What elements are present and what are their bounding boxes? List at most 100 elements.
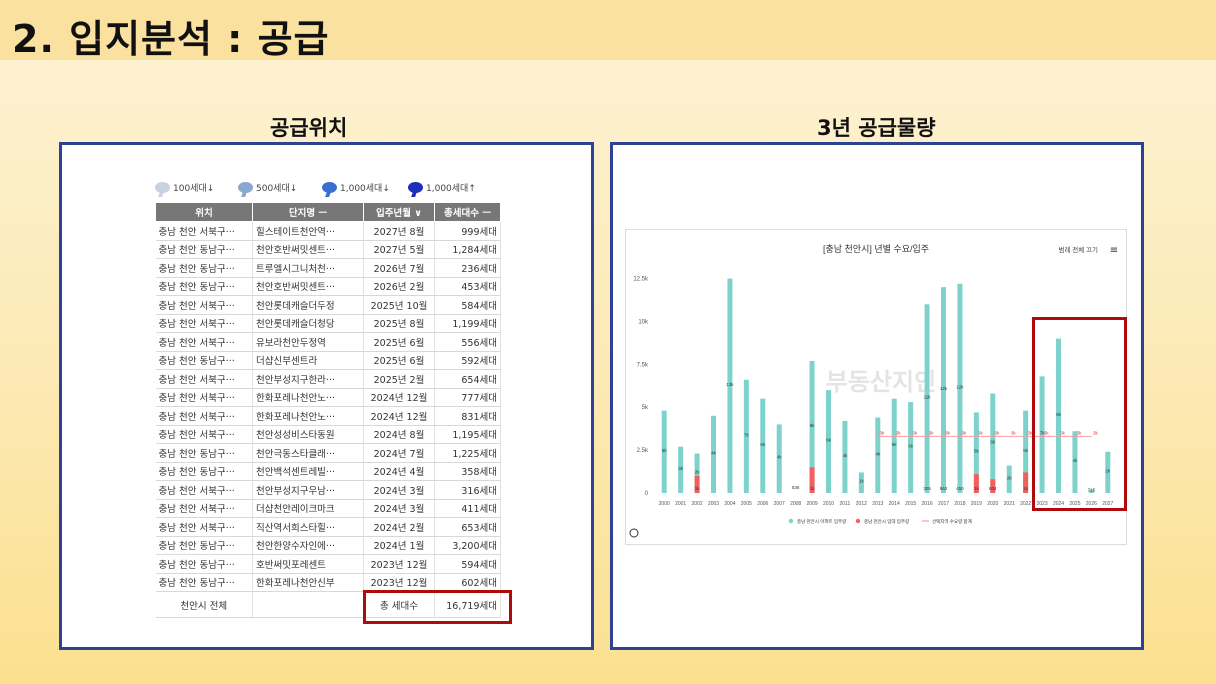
table-row[interactable]: 충남 천안 동남구··· 천안호반써밋센트··· 2026년 2월 453세대: [155, 277, 501, 296]
table-row[interactable]: 충남 천안 서북구··· 천안성성비스타동원 2024년 8월 1,195세대: [155, 425, 501, 444]
table-row[interactable]: 충남 천안 동남구··· 천안극동스타클래··· 2024년 7월 1,225세대: [155, 443, 501, 463]
menu-icon: ≡: [1110, 245, 1118, 256]
table-row[interactable]: 충남 천안 동남구··· 더샵신부센트라 2025년 6월 592세대: [155, 351, 501, 370]
logo-icon: [629, 528, 639, 538]
x-tick-label: 2013: [872, 501, 883, 507]
cell-location: 충남 천안 동남구···: [155, 573, 253, 592]
cell-complex: 천안부성지구우남···: [252, 480, 364, 500]
y-tick-label: 10k: [638, 319, 649, 325]
cell-move-in: 2025년 2월: [363, 369, 435, 389]
table-row[interactable]: 충남 천안 동남구··· 천안호반써밋센트··· 2027년 5월 1,284세대: [155, 240, 501, 259]
x-tick-label: 2001: [675, 501, 686, 507]
data-label: 5k: [908, 444, 914, 449]
data-label-rental: 1k: [695, 486, 701, 491]
col-header-units[interactable]: 총세대수 ㅡ: [434, 202, 501, 222]
table-row[interactable]: 충남 천안 서북구··· 유보라천안두정역 2025년 6월 556세대: [155, 332, 501, 352]
x-tick-label: 2009: [807, 501, 818, 507]
cell-move-in: 2025년 6월: [363, 351, 435, 370]
x-tick-label: 2016: [922, 501, 933, 507]
cell-location: 충남 천안 동남구···: [155, 351, 253, 370]
table-row[interactable]: 충남 천안 동남구··· 한화포레나천안신부 2023년 12월 602세대: [155, 573, 501, 592]
cell-location: 충남 천안 동남구···: [155, 536, 253, 555]
watermark: 부동산지인: [826, 368, 936, 396]
cell-complex: 천안성성비스타동원: [252, 425, 364, 444]
total-highlight-box: [363, 590, 512, 624]
cell-units: 592세대: [434, 351, 501, 370]
table-row[interactable]: 충남 천안 서북구··· 천안롯데캐슬더청당 2025년 8월 1,199세대: [155, 314, 501, 333]
cell-move-in: 2025년 10월: [363, 295, 435, 315]
table-row[interactable]: 충남 천안 서북구··· 한화포레나천안노··· 2024년 12월 777세대: [155, 388, 501, 407]
col-header-complex[interactable]: 단지명 ㅡ: [252, 202, 364, 222]
data-label: 8k: [810, 423, 816, 428]
table-row[interactable]: 충남 천안 서북구··· 더샵천안레이크마크 2024년 3월 411세대: [155, 499, 501, 518]
table-row[interactable]: 충남 천안 동남구··· 천안한양수자인에··· 2024년 1월 3,200세대: [155, 536, 501, 555]
cell-units: 999세대: [434, 221, 501, 241]
demand-label: 3k: [929, 430, 935, 435]
table-row[interactable]: 충남 천안 서북구··· 한화포레나천안노··· 2024년 12월 831세대: [155, 406, 501, 426]
col-header-move-in[interactable]: 입주년월 ∨: [363, 202, 435, 222]
table-row[interactable]: 충남 천안 서북구··· 직산역서희스타힐··· 2024년 2월 653세대: [155, 517, 501, 537]
y-tick-label: 2.5k: [637, 448, 649, 454]
legend-label: 충남 천안시 임대 입주량: [864, 518, 909, 525]
cell-move-in: 2024년 3월: [363, 499, 435, 518]
demand-label: 3k: [896, 430, 902, 435]
data-label-rental: 305: [923, 486, 931, 491]
cell-units: 1,225세대: [434, 443, 501, 463]
table-row[interactable]: 충남 천안 서북구··· 천안부성지구우남··· 2024년 3월 316세대: [155, 480, 501, 500]
cell-move-in: 2024년 2월: [363, 517, 435, 537]
cell-move-in: 2024년 4월: [363, 462, 435, 481]
data-label: 6k: [826, 438, 832, 443]
data-label: 4k: [843, 453, 849, 458]
legend-item[interactable]: 1,000세대↑: [408, 181, 476, 194]
cell-location: 충남 천안 서북구···: [155, 295, 253, 315]
legend-item[interactable]: 500세대↓: [238, 181, 297, 194]
cell-location: 충남 천안 서북구···: [155, 480, 253, 500]
demand-label: 3k: [945, 430, 951, 435]
data-label: 5k: [892, 442, 898, 447]
legend-label: 충남 천안시 아파트 입주량: [797, 518, 846, 525]
legend-label: 500세대↓: [256, 184, 298, 194]
data-label: 4k: [777, 455, 783, 460]
demand-label: 3k: [962, 430, 968, 435]
data-label: 5k: [662, 448, 668, 453]
data-label: 7k: [744, 432, 750, 437]
slide-title: 2. 입지분석 : 공급: [12, 17, 330, 61]
cell-complex: 호반써밋포레센트: [252, 554, 364, 574]
legend-item[interactable]: 100세대↓: [155, 181, 214, 194]
x-tick-label: 2007: [774, 501, 785, 507]
x-tick-label: 2006: [757, 501, 768, 507]
table-row[interactable]: 충남 천안 동남구··· 트루엘시그니처천··· 2026년 7월 236세대: [155, 258, 501, 278]
right-caption: 3년 공급물량: [817, 116, 936, 140]
legend-item[interactable]: 1,000세대↓: [322, 181, 390, 194]
cell-location: 충남 천안 서북구···: [155, 369, 253, 389]
cell-move-in: 2027년 8월: [363, 221, 435, 241]
cell-units: 236세대: [434, 258, 501, 278]
cell-units: 358세대: [434, 462, 501, 481]
data-label-rental: 1k: [1023, 486, 1029, 491]
cell-complex: 한화포레나천안신부: [252, 573, 364, 592]
cell-move-in: 2024년 12월: [363, 388, 435, 407]
table-row[interactable]: 충남 천안 동남구··· 호반써밋포레센트 2023년 12월 594세대: [155, 554, 501, 574]
data-label-rental: 450: [956, 486, 964, 491]
demand-label: 3k: [978, 430, 984, 435]
table-row[interactable]: 충남 천안 서북구··· 천안부성지구한라··· 2025년 2월 654세대: [155, 369, 501, 389]
x-tick-label: 2011: [840, 501, 851, 507]
cell-location: 충남 천안 동남구···: [155, 258, 253, 278]
data-label: 11k: [924, 395, 932, 400]
demand-label: 3k: [1011, 430, 1017, 435]
cell-location: 충남 천안 서북구···: [155, 517, 253, 537]
data-label-rental: 804: [989, 486, 997, 491]
cell-move-in: 2024년 7월: [363, 443, 435, 463]
legend-label: 1,000세대↑: [426, 184, 476, 194]
cell-complex: 천안호반써밋센트···: [252, 277, 364, 296]
col-header-location[interactable]: 위치: [155, 202, 253, 222]
total-empty: [252, 591, 364, 618]
table-row[interactable]: 충남 천안 서북구··· 힐스테이트천안역··· 2027년 8월 999세대: [155, 221, 501, 241]
data-label: 3k: [678, 466, 684, 471]
table-row[interactable]: 충남 천안 서북구··· 천안롯데캐슬더두정 2025년 10월 584세대: [155, 295, 501, 315]
cell-move-in: 2025년 6월: [363, 332, 435, 352]
cell-location: 충남 천안 동남구···: [155, 240, 253, 259]
cell-move-in: 2025년 8월: [363, 314, 435, 333]
table-row[interactable]: 충남 천안 동남구··· 천안백석센트레빌··· 2024년 4월 358세대: [155, 462, 501, 481]
cell-move-in: 2026년 7월: [363, 258, 435, 278]
